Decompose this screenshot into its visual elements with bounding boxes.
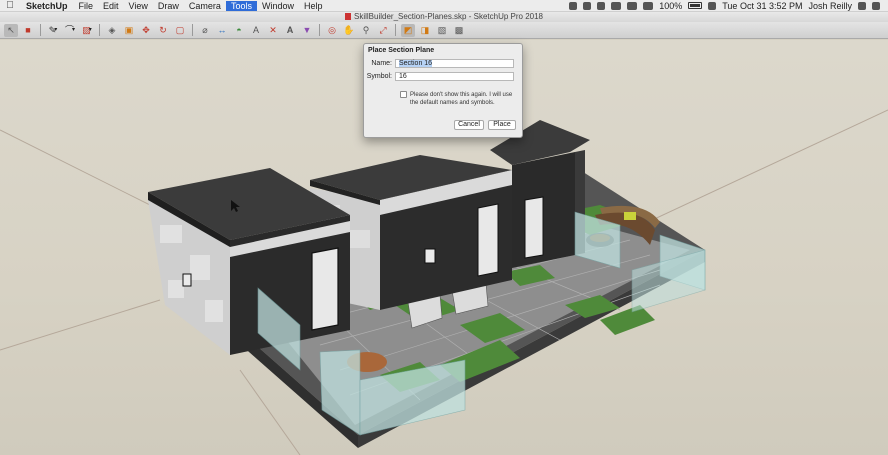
- left-house-door: [311, 247, 339, 331]
- dimension-tool[interactable]: ↔: [215, 24, 229, 37]
- symbol-label: Symbol:: [366, 73, 392, 80]
- scale-tool[interactable]: ▢: [173, 24, 187, 37]
- display-section-cuts[interactable]: ▧: [435, 24, 449, 37]
- spotlight-icon[interactable]: [858, 1, 866, 10]
- evernote-icon[interactable]: [583, 1, 592, 10]
- menu-edit[interactable]: Edit: [98, 1, 124, 11]
- toolbar-divider: [40, 24, 41, 36]
- apple-icon[interactable]: : [0, 0, 20, 11]
- toolbar-divider: [99, 24, 100, 36]
- rotate-tool[interactable]: ↻: [156, 24, 170, 37]
- axis-line: [0, 129, 171, 216]
- arc-tool[interactable]: ⌒ ▾: [63, 24, 77, 37]
- window-title: SkillBuilder_Section-Planes.skp - Sketch…: [354, 12, 543, 21]
- battery-icon[interactable]: [688, 2, 703, 9]
- menu-view[interactable]: View: [124, 1, 153, 11]
- section-plane-tool[interactable]: ◩: [401, 23, 415, 37]
- offset-tool[interactable]: ▣: [122, 24, 136, 37]
- push-pull-tool[interactable]: ◈: [105, 24, 119, 37]
- clock[interactable]: Tue Oct 31 3:52 PM: [722, 1, 802, 11]
- symbol-row: Symbol: 16: [364, 72, 522, 81]
- menu-tools[interactable]: Tools: [225, 0, 257, 11]
- select-tool[interactable]: ↖: [4, 23, 18, 37]
- eraser-tool[interactable]: ■: [21, 24, 35, 37]
- shape-tool[interactable]: ▨ ▾: [80, 24, 94, 37]
- bench-cushion: [624, 212, 636, 220]
- right-house-door: [524, 196, 544, 259]
- left-house-window: [182, 273, 192, 287]
- status-area: 100% Tue Oct 31 3:52 PM Josh Reilly: [569, 1, 888, 11]
- large-tool-set-toolbar: ↖ ■ ✎ ▾ ⌒ ▾ ▨ ▾ ◈ ▣ ✥ ↻ ▢ ⌀ ↔ ◓ A ✕ 𝐀 ▼ ◎ ✋…: [0, 22, 888, 39]
- screen-capture-icon[interactable]: [597, 1, 606, 10]
- dont-show-again-label[interactable]: Please don't show this again. I will use…: [410, 91, 520, 107]
- name-row: Name: Section 16: [364, 59, 522, 68]
- document-icon: [345, 13, 351, 20]
- 3d-text-tool[interactable]: 𝐀: [283, 24, 297, 37]
- text-tool[interactable]: A: [249, 24, 263, 37]
- orbit-tool[interactable]: ◎: [325, 24, 339, 37]
- dropbox-icon[interactable]: [569, 1, 578, 10]
- cancel-button[interactable]: Cancel: [454, 120, 484, 130]
- place-section-plane-dialog: Place Section Plane Name: Section 16 Sym…: [363, 43, 523, 138]
- protractor-tool[interactable]: ◓: [232, 24, 246, 37]
- menu-help[interactable]: Help: [299, 1, 328, 11]
- bluetooth-icon[interactable]: [627, 1, 638, 10]
- user-name[interactable]: Josh Reilly: [808, 1, 852, 11]
- menu-app-name[interactable]: SketchUp: [20, 1, 74, 11]
- wifi-icon[interactable]: [643, 1, 654, 10]
- zoom-extents-tool[interactable]: ⤢: [376, 24, 390, 37]
- middle-house-door: [477, 203, 499, 277]
- window-title-bar: SkillBuilder_Section-Planes.skp - Sketch…: [0, 12, 888, 22]
- battery-percent[interactable]: 100%: [659, 1, 682, 11]
- toolbar-divider: [319, 24, 320, 36]
- time-machine-icon[interactable]: [611, 1, 622, 10]
- menu-window[interactable]: Window: [257, 1, 299, 11]
- middle-house-window: [424, 248, 436, 264]
- dont-show-again-checkbox[interactable]: [400, 91, 407, 98]
- tape-measure-tool[interactable]: ⌀: [198, 24, 212, 37]
- name-label: Name:: [371, 60, 392, 67]
- move-tool[interactable]: ✥: [139, 24, 153, 37]
- symbol-field[interactable]: 16: [395, 72, 514, 81]
- menu-file[interactable]: File: [74, 1, 99, 11]
- menu-camera[interactable]: Camera: [184, 1, 226, 11]
- zoom-tool[interactable]: ⚲: [359, 24, 373, 37]
- paint-bucket-tool[interactable]: ▼: [300, 24, 314, 37]
- axes-tool[interactable]: ✕: [266, 24, 280, 37]
- axis-line: [0, 299, 161, 351]
- toolbar-divider: [395, 24, 396, 36]
- display-section-fill[interactable]: ▩: [452, 24, 466, 37]
- name-field[interactable]: Section 16: [395, 59, 514, 68]
- dialog-title: Place Section Plane: [368, 47, 435, 54]
- macos-menu-bar:  SketchUp File Edit View Draw Camera To…: [0, 0, 888, 12]
- place-button[interactable]: Place: [488, 120, 516, 130]
- airplay-icon[interactable]: [708, 1, 717, 10]
- toolbar-divider: [192, 24, 193, 36]
- pan-tool[interactable]: ✋: [342, 24, 356, 37]
- menu-draw[interactable]: Draw: [153, 1, 184, 11]
- display-section-planes[interactable]: ◨: [418, 24, 432, 37]
- notification-center-icon[interactable]: [872, 1, 880, 10]
- line-tool[interactable]: ✎ ▾: [46, 24, 60, 37]
